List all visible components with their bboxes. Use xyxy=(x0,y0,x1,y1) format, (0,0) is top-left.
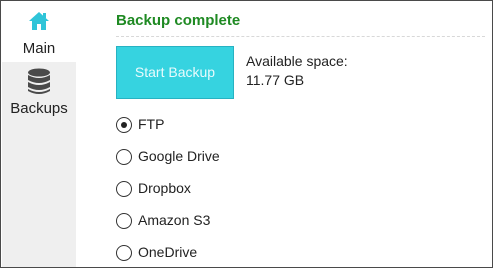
available-space-value: 11.77 GB xyxy=(246,72,305,88)
radio-label: Google Drive xyxy=(138,148,220,164)
radio-label: Amazon S3 xyxy=(138,212,211,228)
radio-dot xyxy=(121,122,127,128)
radio-label: FTP xyxy=(138,116,165,132)
start-backup-button[interactable]: Start Backup xyxy=(116,46,234,99)
radio-button[interactable] xyxy=(116,213,132,229)
radio-button[interactable] xyxy=(116,181,132,197)
radio-button[interactable] xyxy=(116,149,132,165)
database-icon xyxy=(27,68,51,101)
sidebar-item-label: Backups xyxy=(10,100,68,117)
radio-button-selected[interactable] xyxy=(116,117,132,133)
home-icon xyxy=(28,10,50,37)
status-message: Backup complete xyxy=(116,12,241,29)
sidebar: Main Backups xyxy=(2,2,76,267)
radio-label: Dropbox xyxy=(138,180,191,196)
available-space-label: Available space: xyxy=(246,53,348,69)
app-window: Main Backups Backup complete Start Backu… xyxy=(0,0,493,268)
radio-button[interactable] xyxy=(116,245,132,261)
main-panel: Backup complete Start Backup Available s… xyxy=(76,2,491,266)
radio-label: OneDrive xyxy=(138,244,198,260)
sidebar-item-main[interactable]: Main xyxy=(2,2,76,62)
sidebar-item-label: Main xyxy=(22,40,56,57)
sidebar-item-backups[interactable]: Backups xyxy=(2,62,76,122)
divider xyxy=(116,36,485,37)
